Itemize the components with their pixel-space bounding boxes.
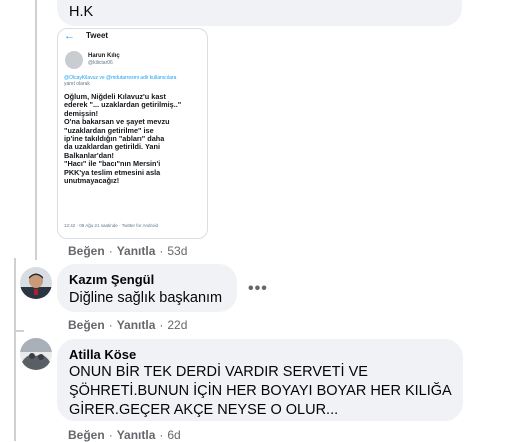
tweet-author-avatar [65, 51, 83, 69]
reply-link[interactable]: Yanıtla [117, 428, 156, 442]
avatar[interactable] [20, 338, 52, 370]
thread-line [14, 258, 16, 441]
comment-actions: Beğen · Yanıtla · 6d [68, 428, 181, 442]
like-link[interactable]: Beğen [68, 318, 105, 332]
comment-text: Diğline sağlık başkanım [69, 290, 223, 306]
tweet-author-handle: @kilictar06 [88, 60, 113, 66]
tweet-reply-context: @OlcayKilavuz ve @mdutarresmi adlı kulla… [64, 75, 202, 87]
comment-text-line: ONUN BİR TEK DERDİ VARDIR SERVETİ VE [69, 364, 368, 380]
separator-dot: · [159, 244, 164, 258]
tweet-body: Oğlum, Niğdeli Kılavuz'u kast ederek "..… [64, 92, 204, 186]
reply-link[interactable]: Yanıtla [117, 318, 156, 332]
separator-dot: · [159, 318, 164, 332]
separator-dot: · [108, 244, 113, 258]
comment-text: H.K [69, 4, 94, 20]
comment-bubble: Atilla Köse ONUN BİR TEK DERDİ VARDIR SE… [57, 339, 463, 421]
comment-timestamp[interactable]: 6d [167, 428, 180, 442]
avatar[interactable] [20, 267, 52, 299]
comment-actions: Beğen · Yanıtla · 22d [68, 318, 187, 332]
tweet-reply-suffix: yanıt olarak [64, 81, 90, 87]
comment-timestamp[interactable]: 22d [167, 318, 187, 332]
comment-text: ONUN BİR TEK DERDİ VARDIR SERVETİ VE ŞÖH… [69, 363, 452, 420]
like-link[interactable]: Beğen [68, 244, 105, 258]
thread-line [35, 0, 37, 260]
tweet-screenshot-image[interactable]: ← Tweet Harun Kılıç @kilictar06 @OlcayKi… [57, 28, 208, 239]
separator-dot: · [108, 318, 113, 332]
comment-text-line: GİRER.GEÇER AKÇE NEYSE O OLUR... [69, 402, 339, 418]
tweet-author-name: Harun Kılıç [88, 53, 120, 59]
back-arrow-icon: ← [64, 30, 75, 42]
like-link[interactable]: Beğen [68, 428, 105, 442]
comment-timestamp[interactable]: 53d [167, 244, 187, 258]
comment-bubble: H.K [57, 0, 462, 26]
tweet-footer: 12:42 · 08 Ağu 21 saatinde · Twitter for… [64, 223, 158, 228]
comment-actions: Beğen · Yanıtla · 53d [68, 244, 187, 258]
reply-link[interactable]: Yanıtla [117, 244, 156, 258]
separator-dot: · [108, 428, 113, 442]
comment-bubble: Kazım Şengül Diğline sağlık başkanım [57, 264, 237, 312]
comment-author[interactable]: Atilla Köse [69, 347, 136, 362]
separator-dot: · [159, 428, 164, 442]
more-horizontal-icon[interactable]: ••• [248, 280, 268, 298]
comment-text-line: ŞÖHRETİ.BUNUN İÇİN HER BOYAYI BOYAR HER … [69, 383, 452, 399]
tweet-header-title: Tweet [86, 31, 109, 40]
thread-line-branch [14, 330, 24, 332]
tweet-line: unutmayacağız! [64, 176, 120, 186]
tweet-header: ← Tweet [58, 29, 207, 45]
avatar-image [20, 267, 52, 299]
comment-author[interactable]: Kazım Şengül [69, 272, 154, 287]
avatar-image [20, 338, 52, 370]
